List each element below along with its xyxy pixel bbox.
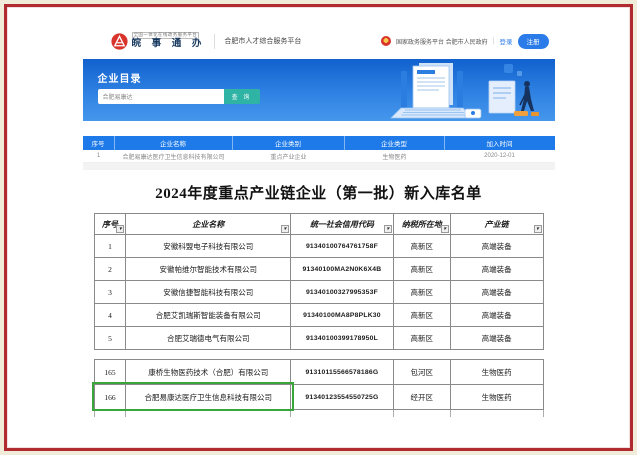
cell-district: 经开区 [394,385,451,410]
cell-index: 166 [95,385,127,410]
cell-district: 包河区 [394,360,451,385]
cell-district: 高新区 [394,258,451,281]
col-header-index: 序号▾ [95,214,127,235]
result-cell-name: 合肥易康达医疗卫生信息科技有限公司 [115,150,233,162]
list-col-category: 企业类别 [233,136,345,150]
table-row-highlighted: 166 合肥易康达医疗卫生信息科技有限公司 91340123554550725G… [94,385,544,410]
cell-company-name: 安徽科盟电子科技有限公司 [126,235,291,258]
table-row: 3 安徽信捷智能科技有限公司 91340100327995353F 高新区 高端… [94,281,544,304]
result-row[interactable]: 1 合肥易康达医疗卫生信息科技有限公司 重点产业企业 生物医药 2020-12-… [83,150,555,163]
cell-district: 高新区 [394,327,451,350]
cell-company-name: 安徽信捷智能科技有限公司 [126,281,291,304]
site-logo[interactable]: 全国一体化在线政务服务平台 皖 事 通 办 [111,32,206,49]
cell-industry-chain: 高端装备 [451,304,544,327]
header-divider [214,34,215,49]
col-header-credit-code-label: 统一社会信用代码 [310,219,374,230]
filter-icon[interactable]: ▾ [116,225,124,233]
table-row: 165 康桥生物医药技术（合肥）有限公司 91310115566578186G … [94,360,544,385]
logo-title: 皖 事 通 办 [132,39,206,49]
laptop-illustration [361,61,551,121]
cell-credit-code: 91340100327995353F [291,281,394,304]
col-header-district: 纳税所在地▾ [394,214,451,235]
cell-index: 3 [95,281,127,304]
browser-page: 全国一体化在线政务服务平台 皖 事 通 办 合肥市人才综合服务平台 国家政务服务… [4,4,633,451]
cell-index: 5 [95,327,127,350]
cell-company-name: 安徽帕维尔智能技术有限公司 [126,258,291,281]
filter-icon[interactable]: ▾ [281,225,289,233]
col-header-credit-code: 统一社会信用代码 ▾ [291,214,394,235]
cell-district: 高新区 [394,304,451,327]
list-col-index: 序号 [83,136,115,150]
cell-industry-chain: 生物医药 [451,360,544,385]
cell-industry-chain: 高端装备 [451,281,544,304]
content-column: 全国一体化在线政务服务平台 皖 事 通 办 合肥市人才综合服务平台 国家政务服务… [83,7,555,417]
filter-icon[interactable]: ▾ [441,225,449,233]
header-right-group: 国家政务服务平台 合肥市人民政府 | 登录 注册 [381,34,549,49]
filter-icon[interactable]: ▾ [534,225,542,233]
col-header-name-label: 企业名称 [192,219,224,230]
cell-index: 165 [95,360,127,385]
cell-company-name: 合肥艾凯瑞斯智能装备有限公司 [126,304,291,327]
cell-district: 高新区 [394,235,451,258]
table-header-row: 序号▾ 企业名称▾ 统一社会信用代码▾ 纳税所在地▾ 产业链▾ [94,214,544,235]
table-row: 4 合肥艾凯瑞斯智能装备有限公司 91340100MA8P8PLK30 高新区 … [94,304,544,327]
login-link[interactable]: 登录 [500,36,513,46]
col-header-industry-chain: 产业链 ▾ [451,214,544,235]
cell-company-name: 康桥生物医药技术（合肥）有限公司 [126,360,291,385]
enterprise-table: 序号▾ 企业名称▾ 统一社会信用代码▾ 纳税所在地▾ 产业链▾ 1 安徽科盟电子… [94,213,544,350]
logo-texts: 全国一体化在线政务服务平台 皖 事 通 办 [132,32,206,49]
banner-title: 企业目录 [98,70,142,85]
register-button[interactable]: 注册 [518,34,549,49]
result-list-header: 序号 企业名称 企业类别 企业类型 加入时间 [83,136,555,150]
result-cell-index: 1 [83,150,115,162]
cell-industry-chain: 高端装备 [451,258,544,281]
cell-credit-code: 91340100764761758F [291,235,394,258]
platform-title: 合肥市人才综合服务平台 [224,36,301,46]
result-cell-category: 重点产业企业 [233,150,345,162]
pipe-divider: | [493,38,495,45]
document-title: 2024年度重点产业链企业（第一批）新入库名单 [83,182,555,203]
result-cell-date: 2020-12-01 [445,150,555,162]
cell-credit-code: 91340100MA8P8PLK30 [291,304,394,327]
cell-industry-chain: 高端装备 [451,235,544,258]
cell-industry-chain: 生物医药 [451,385,544,410]
cell-company-name: 合肥易康达医疗卫生信息科技有限公司 [126,385,291,410]
cell-credit-code: 91340123554550725G [291,385,394,410]
cell-industry-chain: 高端装备 [451,327,544,350]
table-row: 5 合肥艾瑞德电气有限公司 91340100399178950L 高新区 高端装… [94,327,544,350]
list-col-date: 加入时间 [445,136,555,150]
filter-icon[interactable]: ▾ [384,225,392,233]
enterprise-table-bottom: 165 康桥生物医药技术（合肥）有限公司 91310115566578186G … [94,359,544,417]
table-row: 1 安徽科盟电子科技有限公司 91340100764761758F 高新区 高端… [94,235,544,258]
cell-index: 1 [95,235,127,258]
search-bar: 查 询 [98,89,260,104]
list-col-type: 企业类型 [345,136,445,150]
cell-company-name: 合肥艾瑞德电气有限公司 [126,327,291,350]
site-header: 全国一体化在线政务服务平台 皖 事 通 办 合肥市人才综合服务平台 国家政务服务… [83,29,555,53]
cell-index: 4 [95,304,127,327]
list-footer-strip [83,163,555,170]
search-result-list: 序号 企业名称 企业类别 企业类型 加入时间 1 合肥易康达医疗卫生信息科技有限… [83,136,555,170]
search-button[interactable]: 查 询 [224,89,260,104]
cell-credit-code: 91310115566578186G [291,360,394,385]
cell-credit-code: 91340100399178950L [291,327,394,350]
col-header-industry-chain-label: 产业链 [485,219,509,230]
enterprise-directory-banner: 企业目录 查 询 [83,59,555,121]
cell-credit-code: 91340100MA2N0K6X4B [291,258,394,281]
search-input[interactable] [98,89,224,104]
col-header-district-label: 纳税所在地 [402,219,442,230]
national-emblem-icon [381,36,391,46]
col-header-name: 企业名称 ▾ [126,214,291,235]
cell-index: 2 [95,258,127,281]
gov-platform-links[interactable]: 国家政务服务平台 合肥市人民政府 [396,37,488,46]
cell-district: 高新区 [394,281,451,304]
result-cell-type: 生物医药 [345,150,445,162]
partial-next-row [94,410,544,417]
wanshitong-logo-icon [111,33,128,50]
list-col-name: 企业名称 [115,136,233,150]
table-row: 2 安徽帕维尔智能技术有限公司 91340100MA2N0K6X4B 高新区 高… [94,258,544,281]
hidden-rows-gap [83,350,555,359]
